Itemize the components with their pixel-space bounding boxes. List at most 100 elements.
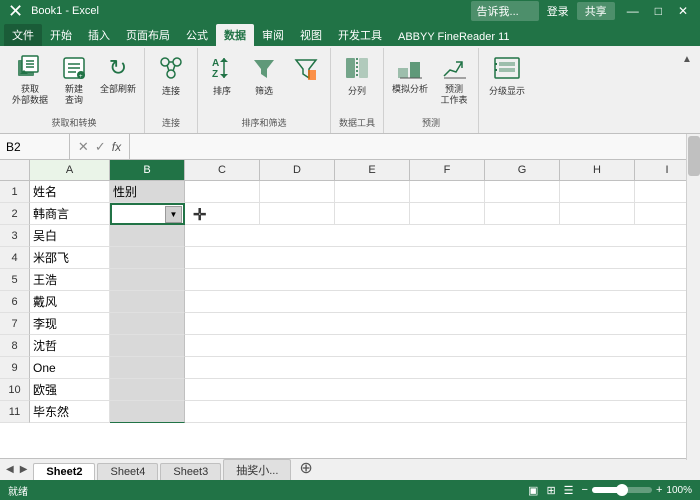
sheet-tab-next[interactable]: ▶ [18,464,30,475]
dropdown-arrow-b2[interactable]: ▼ [165,206,182,223]
col-header-b[interactable]: B [110,160,185,180]
view-preview-btn[interactable]: ☰ [564,484,574,497]
cell-f1[interactable] [410,181,485,203]
collapse-ribbon-btn[interactable]: ▲ [678,50,696,68]
new-query-btn[interactable]: + 新建查询 [54,50,94,116]
cell-c1[interactable] [185,181,260,203]
row-header-1[interactable]: 1 [0,181,30,203]
get-external-data-btn[interactable]: 获取外部数据 [8,50,52,116]
sheet-tab-prev[interactable]: ◀ [4,464,16,475]
tab-start[interactable]: 开始 [42,24,80,46]
insert-function-btn[interactable]: fx [112,140,121,154]
maximize-btn[interactable]: □ [651,4,666,18]
cell-a9[interactable]: One [30,357,110,379]
refresh-all-btn[interactable]: ↻ 全部刷新 [96,50,140,116]
col-header-a[interactable]: A [30,160,110,180]
what-if-btn[interactable]: 模拟分析 [388,50,432,116]
zoom-out-btn[interactable]: − [582,484,588,496]
sheet-tab-sheet4[interactable]: Sheet4 [97,463,158,480]
cell-d2[interactable] [260,203,335,225]
cell-c2[interactable]: ✛ [185,203,260,225]
confirm-formula-btn[interactable]: ✓ [95,139,106,155]
col-header-e[interactable]: E [335,160,410,180]
sort-btn[interactable]: A Z 排序 [202,50,242,116]
cell-h1[interactable] [560,181,635,203]
cell-a8[interactable]: 沈哲 [30,335,110,357]
sheet-tab-sheet3[interactable]: Sheet3 [160,463,221,480]
row-header-6[interactable]: 6 [0,291,30,313]
cell-g1[interactable] [485,181,560,203]
tab-file[interactable]: 文件 [4,24,42,46]
row-header-8[interactable]: 8 [0,335,30,357]
cell-a4[interactable]: 米邵飞 [30,247,110,269]
cell-b5[interactable] [110,269,185,291]
cell-h2[interactable] [560,203,635,225]
advanced-filter-btn[interactable] [286,50,326,116]
cell-g2[interactable] [485,203,560,225]
row-header-7[interactable]: 7 [0,313,30,335]
cell-b7[interactable] [110,313,185,335]
sheet-tab-choujiang[interactable]: 抽奖小... [223,459,291,480]
row-header-5[interactable]: 5 [0,269,30,291]
zoom-in-btn[interactable]: + [656,484,662,496]
cell-a2[interactable]: 韩商言 [30,203,110,225]
tab-data[interactable]: 数据 [216,24,254,46]
tab-insert[interactable]: 插入 [80,24,118,46]
add-sheet-btn[interactable]: ⊕ [293,458,318,480]
row-header-4[interactable]: 4 [0,247,30,269]
cell-d1[interactable] [260,181,335,203]
cell-a7[interactable]: 李现 [30,313,110,335]
cell-a1[interactable]: 姓名 [30,181,110,203]
cell-b4[interactable] [110,247,185,269]
formula-input[interactable] [130,134,700,159]
cell-b8[interactable] [110,335,185,357]
cell-a10[interactable]: 欧强 [30,379,110,401]
col-header-f[interactable]: F [410,160,485,180]
row-header-9[interactable]: 9 [0,357,30,379]
search-box[interactable]: 告诉我... [471,1,539,21]
cell-e2[interactable] [335,203,410,225]
col-header-d[interactable]: D [260,160,335,180]
cell-b6[interactable] [110,291,185,313]
cell-b11[interactable] [110,401,185,423]
close-btn[interactable]: ✕ [674,4,692,18]
text-to-columns-btn[interactable]: 分列 [337,50,377,116]
view-normal-btn[interactable]: ▣ [528,484,538,497]
cell-a3[interactable]: 吴白 [30,225,110,247]
tab-developer[interactable]: 开发工具 [330,24,390,46]
sheet-tab-sheet2[interactable]: Sheet2 [33,463,95,480]
col-header-c[interactable]: C [185,160,260,180]
row-header-10[interactable]: 10 [0,379,30,401]
minimize-btn[interactable]: — [623,4,643,18]
cell-a5[interactable]: 王浩 [30,269,110,291]
forecast-btn[interactable]: 预测工作表 [434,50,474,116]
cell-a11[interactable]: 毕东然 [30,401,110,423]
tab-view[interactable]: 视图 [292,24,330,46]
cell-b10[interactable] [110,379,185,401]
cell-e1[interactable] [335,181,410,203]
connections-btn[interactable]: 连接 [151,50,191,116]
view-layout-btn[interactable]: ⊞ [546,484,555,497]
login-btn[interactable]: 登录 [547,3,569,19]
cell-f2[interactable] [410,203,485,225]
tab-abbyy[interactable]: ABBYY FineReader 11 [390,28,518,46]
cell-a6[interactable]: 戴风 [30,291,110,313]
row-header-2[interactable]: 2 [0,203,30,225]
cell-b1[interactable]: 性别 [110,181,185,203]
row-header-11[interactable]: 11 [0,401,30,423]
cancel-formula-btn[interactable]: ✕ [78,139,89,155]
name-box[interactable]: B2 [0,134,70,159]
tab-formula[interactable]: 公式 [178,24,216,46]
row-header-3[interactable]: 3 [0,225,30,247]
tab-page-layout[interactable]: 页面布局 [118,24,178,46]
col-header-h[interactable]: H [560,160,635,180]
share-btn[interactable]: 共享 [577,2,615,20]
outline-btn[interactable]: 分级显示 [485,50,529,129]
cell-b3[interactable] [110,225,185,247]
text-columns-icon [341,52,373,84]
cell-b2[interactable]: ▼ [110,203,185,225]
cell-b9[interactable] [110,357,185,379]
filter-btn[interactable]: 筛选 [244,50,284,116]
col-header-g[interactable]: G [485,160,560,180]
tab-review[interactable]: 审阅 [254,24,292,46]
